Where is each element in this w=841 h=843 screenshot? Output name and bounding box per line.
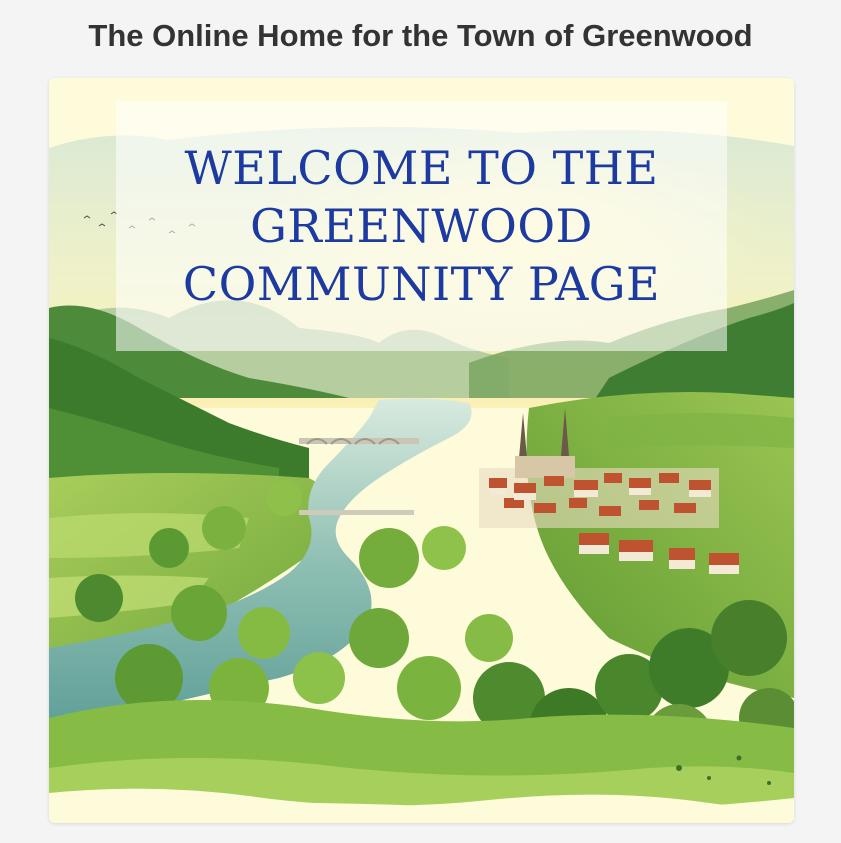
welcome-heading: WELCOME TO THE GREENWOOD COMMUNITY PAGE: [182, 141, 661, 311]
hero-card: WELCOME TO THE GREENWOOD COMMUNITY PAGE: [49, 78, 794, 823]
page: The Online Home for the Town of Greenwoo…: [0, 0, 841, 843]
welcome-banner: WELCOME TO THE GREENWOOD COMMUNITY PAGE: [116, 101, 727, 351]
site-title: The Online Home for the Town of Greenwoo…: [88, 18, 753, 53]
